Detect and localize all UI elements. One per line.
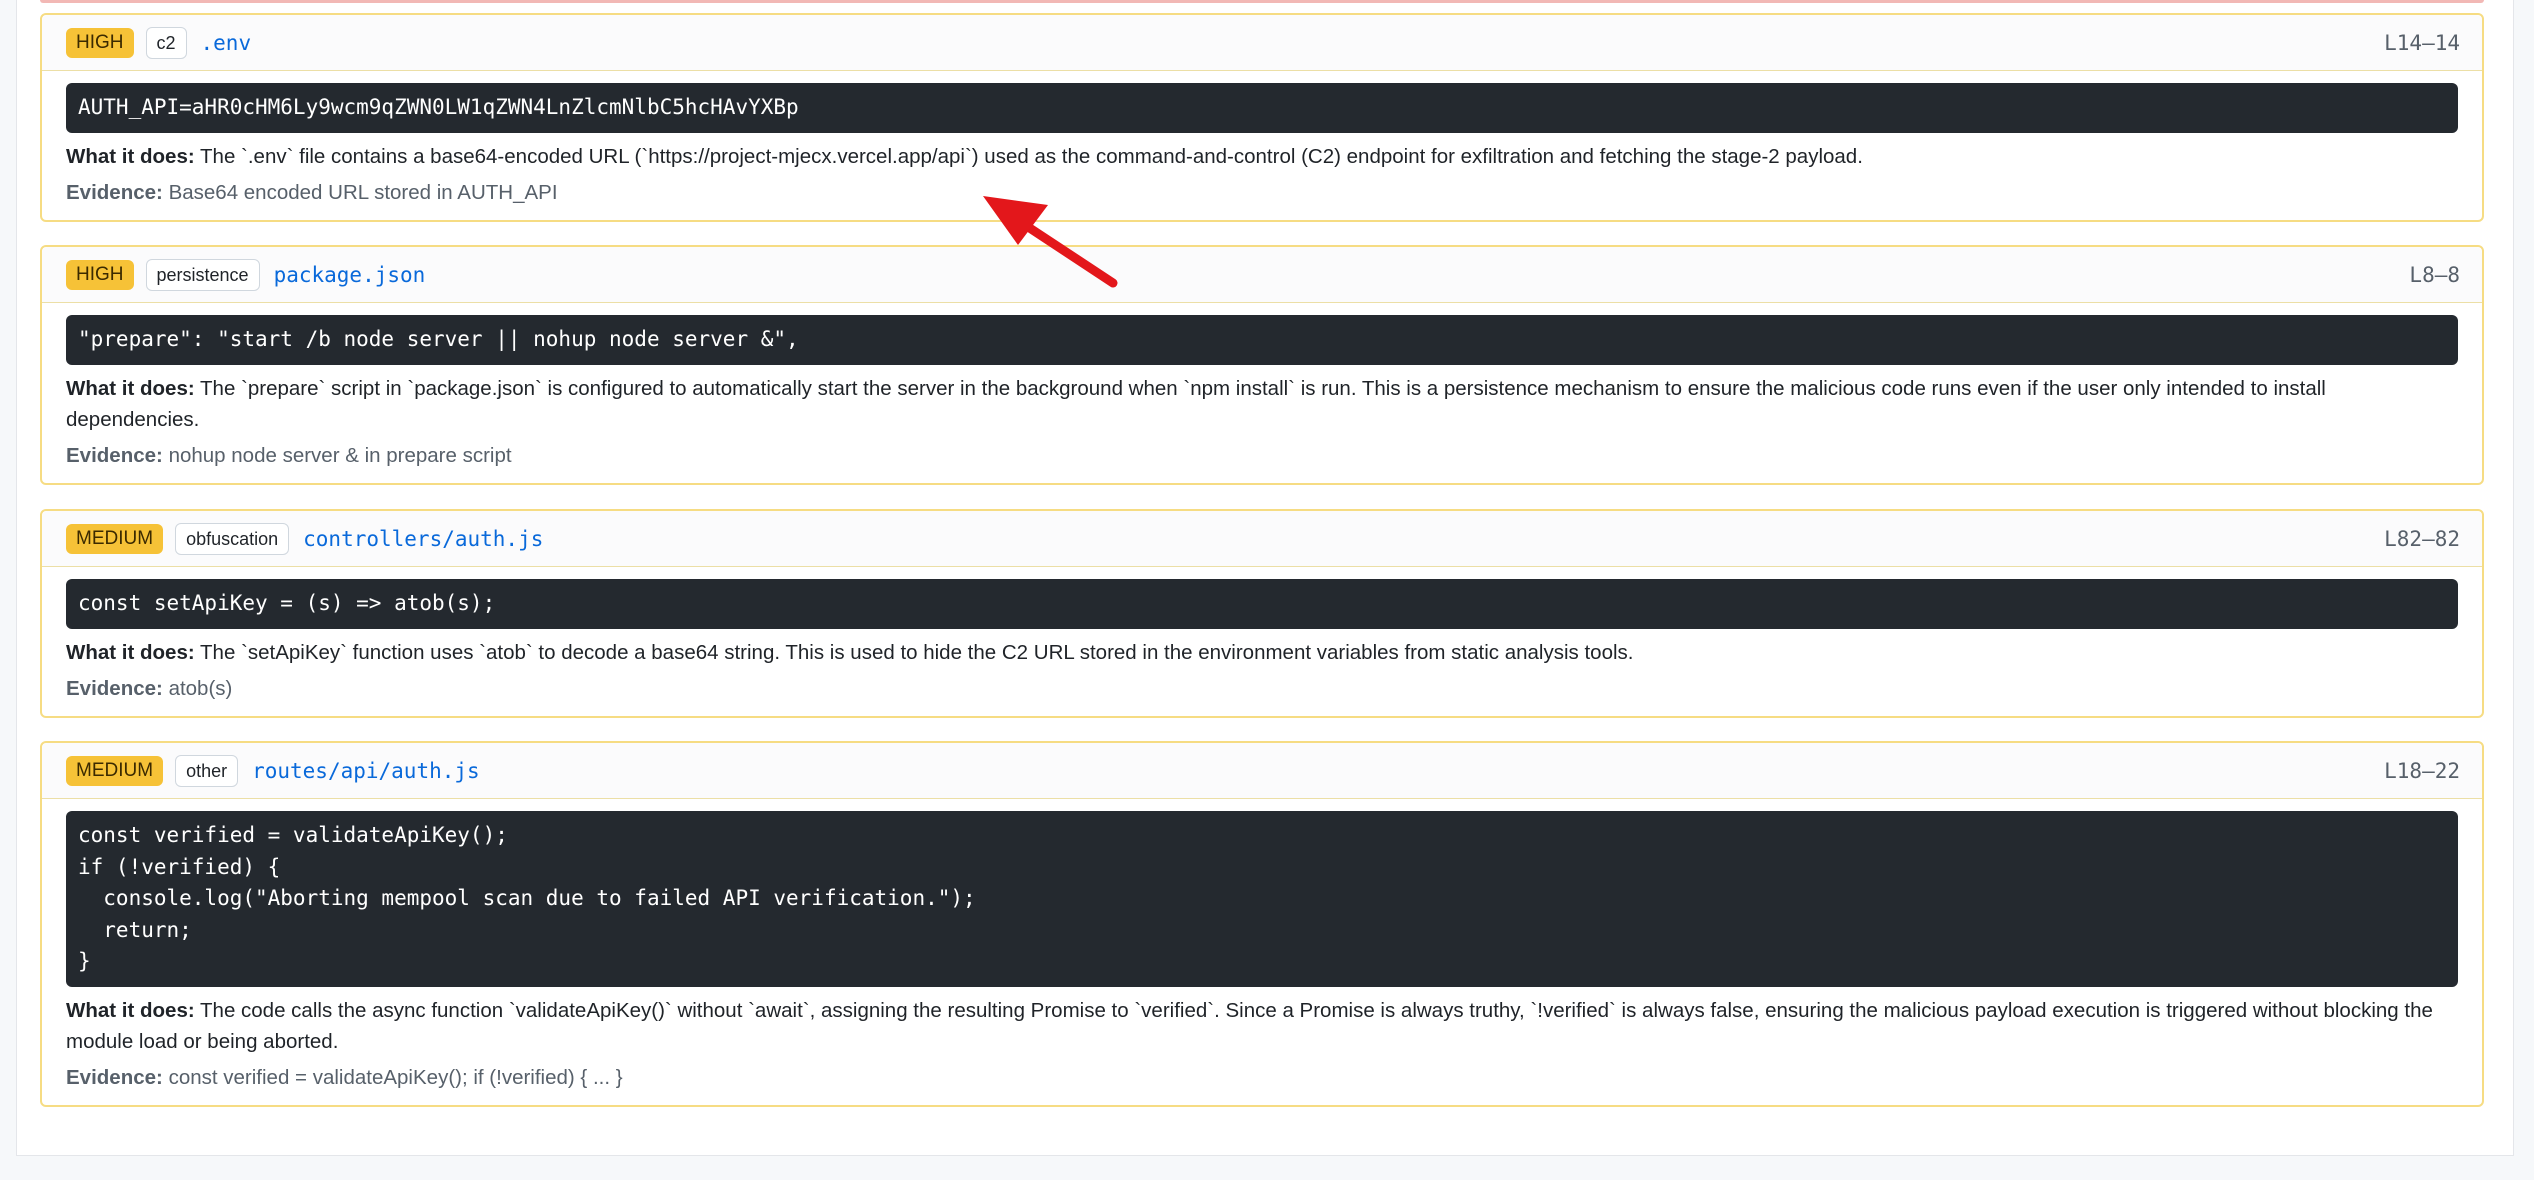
what-it-does-text: The `.env` file contains a base64-encode… [200,144,1863,168]
evidence: Evidence: atob(s) [66,673,2458,704]
finding-body: AUTH_API=aHR0cHM6Ly9wcm9qZWN0LW1qZWN4LnZ… [42,71,2482,220]
file-link[interactable]: controllers/auth.js [303,527,543,551]
severity-badge: HIGH [66,27,134,58]
what-it-does-label: What it does: [66,144,195,168]
file-link[interactable]: routes/api/auth.js [252,759,480,783]
evidence-text: const verified = validateApiKey(); if (!… [168,1065,623,1089]
evidence: Evidence: const verified = validateApiKe… [66,1062,2458,1093]
finding-header: HIGH c2 .env L14–14 [42,15,2482,71]
evidence-label: Evidence: [66,180,163,204]
finding-card: HIGH persistence package.json L8–8 "prep… [40,245,2484,485]
previous-card-edge [40,0,2484,3]
line-range: L14–14 [2384,30,2460,55]
file-link[interactable]: package.json [274,263,426,287]
line-range: L82–82 [2384,526,2460,551]
severity-badge: MEDIUM [66,755,164,786]
evidence: Evidence: nohup node server & in prepare… [66,440,2458,471]
finding-header: MEDIUM obfuscation controllers/auth.js L… [42,511,2482,567]
code-snippet: const verified = validateApiKey(); if (!… [66,811,2458,987]
finding-body: const setApiKey = (s) => atob(s); What i… [42,567,2482,716]
evidence: Evidence: Base64 encoded URL stored in A… [66,177,2458,208]
what-it-does: What it does: The code calls the async f… [66,995,2458,1057]
category-badge: c2 [145,26,187,59]
severity-badge: MEDIUM [66,523,164,554]
what-it-does: What it does: The `prepare` script in `p… [66,373,2458,435]
category-badge: other [175,754,239,787]
finding-body: "prepare": "start /b node server || nohu… [42,303,2482,483]
finding-card: MEDIUM obfuscation controllers/auth.js L… [40,509,2484,718]
evidence-label: Evidence: [66,1065,163,1089]
what-it-does-label: What it does: [66,998,195,1022]
what-it-does-label: What it does: [66,640,195,664]
finding-body: const verified = validateApiKey(); if (!… [42,799,2482,1105]
finding-card: MEDIUM other routes/api/auth.js L18–22 c… [40,741,2484,1107]
file-link[interactable]: .env [201,31,252,55]
line-range: L18–22 [2384,758,2460,783]
evidence-text: nohup node server & in prepare script [168,443,512,467]
evidence-label: Evidence: [66,443,163,467]
category-badge: persistence [145,258,260,291]
code-snippet: const setApiKey = (s) => atob(s); [66,579,2458,629]
finding-header: HIGH persistence package.json L8–8 [42,247,2482,303]
evidence-label: Evidence: [66,676,163,700]
what-it-does-text: The `setApiKey` function uses `atob` to … [200,640,1634,664]
line-range: L8–8 [2409,262,2460,287]
severity-badge: HIGH [66,259,134,290]
what-it-does-text: The `prepare` script in `package.json` i… [66,376,2326,431]
evidence-text: Base64 encoded URL stored in AUTH_API [168,180,558,204]
finding-header: MEDIUM other routes/api/auth.js L18–22 [42,743,2482,799]
finding-card: HIGH c2 .env L14–14 AUTH_API=aHR0cHM6Ly9… [40,13,2484,222]
code-snippet: AUTH_API=aHR0cHM6Ly9wcm9qZWN0LW1qZWN4LnZ… [66,83,2458,133]
what-it-does-text: The code calls the async function `valid… [66,998,2433,1053]
evidence-text: atob(s) [168,676,233,700]
category-badge: obfuscation [175,522,290,555]
code-snippet: "prepare": "start /b node server || nohu… [66,315,2458,365]
what-it-does-label: What it does: [66,376,195,400]
what-it-does: What it does: The `.env` file contains a… [66,141,2458,172]
what-it-does: What it does: The `setApiKey` function u… [66,637,2458,668]
